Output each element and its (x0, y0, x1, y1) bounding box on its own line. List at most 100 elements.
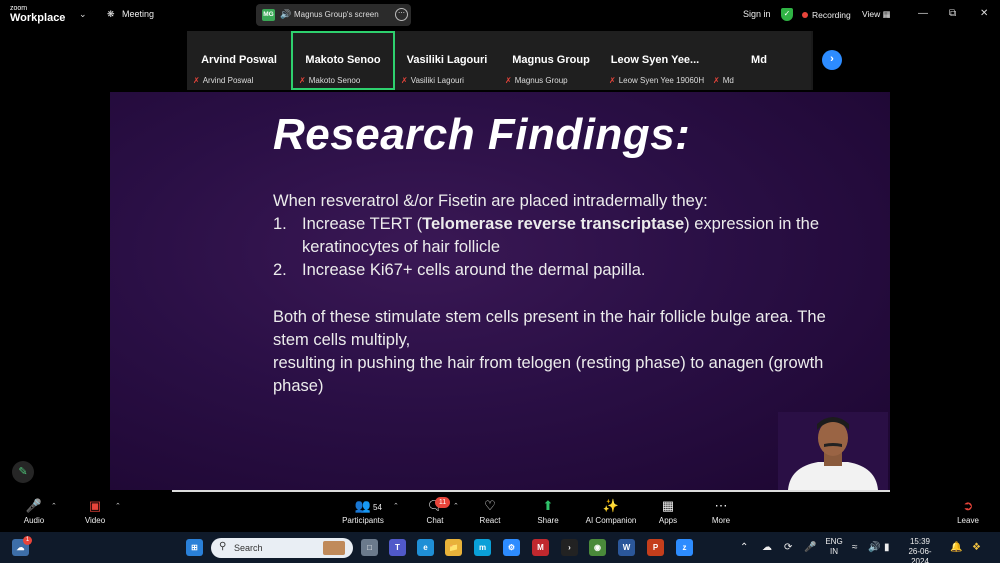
microphone-tray-icon[interactable]: 🎤 (804, 542, 816, 553)
participant-name: Md (751, 54, 767, 66)
next-participants-button[interactable]: › (822, 50, 842, 70)
task-view-icon[interactable]: □ (361, 539, 378, 556)
item-number: 1. (273, 215, 287, 233)
participant-subname: ✗ Arvind Poswal (193, 76, 253, 85)
sparkle-icon: ✨ (602, 498, 620, 513)
chevron-down-icon[interactable]: ⌄ (79, 9, 87, 20)
apps-button[interactable]: ▦ Apps (653, 497, 683, 525)
mic-muted-icon: ✗ (505, 76, 512, 85)
meeting-text: Meeting (122, 9, 155, 19)
participants-label: Participants (342, 516, 384, 525)
minimize-icon[interactable]: — (918, 8, 928, 19)
participant-tile[interactable]: Arvind Poswal ✗ Arvind Poswal (187, 31, 291, 90)
mic-muted-icon: ✗ (609, 76, 616, 85)
security-shield-icon[interactable]: ✓ (781, 8, 793, 21)
participant-tile[interactable]: Vasiliki Lagouri ✗ Vasiliki Lagouri (395, 31, 499, 90)
app-icon[interactable]: ⚙ (503, 539, 520, 556)
edge-icon[interactable]: e (417, 539, 434, 556)
language-indicator[interactable]: ENG IN (824, 537, 844, 557)
close-icon[interactable]: ✕ (980, 8, 988, 19)
item-text-pre: Increase TERT ( (302, 215, 423, 233)
ai-companion-button[interactable]: ✨ AI Companion (583, 497, 639, 525)
search-icon: ⚲ (219, 541, 227, 552)
sign-in-link[interactable]: Sign in (743, 9, 771, 19)
screen-share-pill[interactable]: MG 🔊 Magnus Group's screen ⋯ (256, 4, 411, 26)
brand-big: Workplace (10, 12, 66, 24)
copilot-icon[interactable]: ❖ (972, 542, 981, 553)
participant-label: Md (722, 76, 734, 85)
more-label: More (711, 516, 731, 525)
brand-small: zoom (10, 5, 28, 12)
recording-indicator[interactable]: Recording (802, 10, 851, 20)
share-avatar-badge: MG (262, 9, 275, 21)
recording-text: Recording (812, 10, 851, 20)
notifications-bell-icon[interactable]: 🔔 (950, 542, 962, 553)
participant-name: Magnus Group (512, 54, 590, 66)
participant-subname: ✗ Makoto Senoo (299, 76, 360, 85)
meeting-label[interactable]: ❋ Meeting (107, 9, 154, 20)
grid-icon: ▦ (882, 9, 891, 19)
powerpoint-icon[interactable]: P (647, 539, 664, 556)
participant-subname: ✗ Leow Syen Yee 19060H (609, 76, 704, 85)
view-button[interactable]: View ▦ (862, 9, 891, 20)
word-icon[interactable]: W (618, 539, 635, 556)
participant-name: Arvind Poswal (201, 54, 277, 66)
more-button[interactable]: ⋯ More (706, 497, 736, 525)
leave-button[interactable]: ➲ Leave (953, 497, 983, 525)
windows-start-icon[interactable]: ⊞ (186, 539, 203, 556)
show-hidden-icons-icon[interactable]: ⌃ (740, 542, 748, 553)
participants-options-caret-icon[interactable]: ⌃ (393, 502, 399, 510)
terminal-icon[interactable]: › (561, 539, 578, 556)
participant-tile[interactable]: Magnus Group ✗ Magnus Group (499, 31, 603, 90)
slide-paragraph-2: resulting in pushing the hair from telog… (273, 354, 824, 395)
participant-subname: ✗ Vasiliki Lagouri (401, 76, 464, 85)
annotate-pencil-icon[interactable]: ✎ (12, 461, 34, 483)
clock[interactable]: 15:39 26-06-2024 (900, 537, 940, 563)
volume-icon[interactable]: 🔊 (868, 542, 880, 553)
finding-item: 2. Increase Ki67+ cells around the dermal… (273, 259, 833, 282)
video-off-icon: ▣ (88, 498, 102, 513)
share-divider (172, 490, 890, 492)
more-options-icon[interactable]: ⋯ (395, 8, 408, 21)
meeting-toolbar: 🎤 Audio ⌃ ▣ Video ⌃ 👥 Participants ⌃ 🗨 C… (0, 493, 1000, 531)
mic-muted-icon: ✗ (193, 76, 200, 85)
share-label: Magnus Group's screen (294, 10, 379, 19)
search-highlight-image (323, 541, 345, 555)
store-icon[interactable]: m (474, 539, 491, 556)
zoom-taskbar-icon[interactable]: z (676, 539, 693, 556)
mcafee-icon[interactable]: M (532, 539, 549, 556)
react-button[interactable]: ♡ React (475, 497, 505, 525)
restore-icon[interactable]: ⧉ (949, 8, 956, 19)
findings-list: 1. Increase TERT (Telomerase reverse tran… (273, 213, 833, 282)
participant-strip: Arvind Poswal ✗ Arvind Poswal Makoto Seno… (187, 31, 813, 90)
participant-label: Vasiliki Lagouri (410, 76, 464, 85)
record-dot-icon (802, 12, 808, 18)
slide-intro: When resveratrol &/or Fisetin are placed… (273, 192, 708, 210)
audio-options-caret-icon[interactable]: ⌃ (51, 502, 57, 510)
video-button[interactable]: ▣ Video (81, 497, 109, 525)
participant-tile-active[interactable]: Makoto Senoo ✗ Makoto Senoo (291, 31, 395, 90)
cloud-icon[interactable]: ☁ (762, 542, 772, 553)
mic-muted-icon: ✗ (713, 76, 720, 85)
file-explorer-icon[interactable]: 📁 (445, 539, 462, 556)
language-bottom: IN (830, 547, 838, 556)
item-text-bold: Telomerase reverse transcriptase (422, 215, 685, 233)
participant-label: Magnus Group (514, 76, 568, 85)
participant-label: Arvind Poswal (202, 76, 254, 85)
video-options-caret-icon[interactable]: ⌃ (115, 502, 121, 510)
participant-tile[interactable]: Md ✗ Md (707, 31, 811, 90)
battery-icon[interactable]: ▮ (884, 542, 890, 553)
taskbar-search-box[interactable]: ⚲ Search (211, 538, 353, 558)
windows-taskbar: ☁ ⊞ □ T e 📁 m ⚙ M › ◉ W P z (0, 532, 1000, 563)
chat-unread-badge: 11 (435, 497, 450, 508)
teams-icon[interactable]: T (389, 539, 406, 556)
zoom-logo[interactable]: zoom Workplace (10, 5, 65, 24)
sync-icon[interactable]: ⟳ (784, 542, 792, 553)
share-button[interactable]: ⬆ Share (533, 497, 563, 525)
clock-time: 15:39 (909, 537, 931, 546)
wifi-icon[interactable]: ≈ (852, 542, 858, 553)
chat-options-caret-icon[interactable]: ⌃ (453, 502, 459, 510)
participant-tile[interactable]: Leow Syen Yee... ✗ Leow Syen Yee 19060H (603, 31, 707, 90)
audio-button[interactable]: 🎤 Audio (20, 497, 48, 525)
chrome-icon[interactable]: ◉ (589, 539, 606, 556)
